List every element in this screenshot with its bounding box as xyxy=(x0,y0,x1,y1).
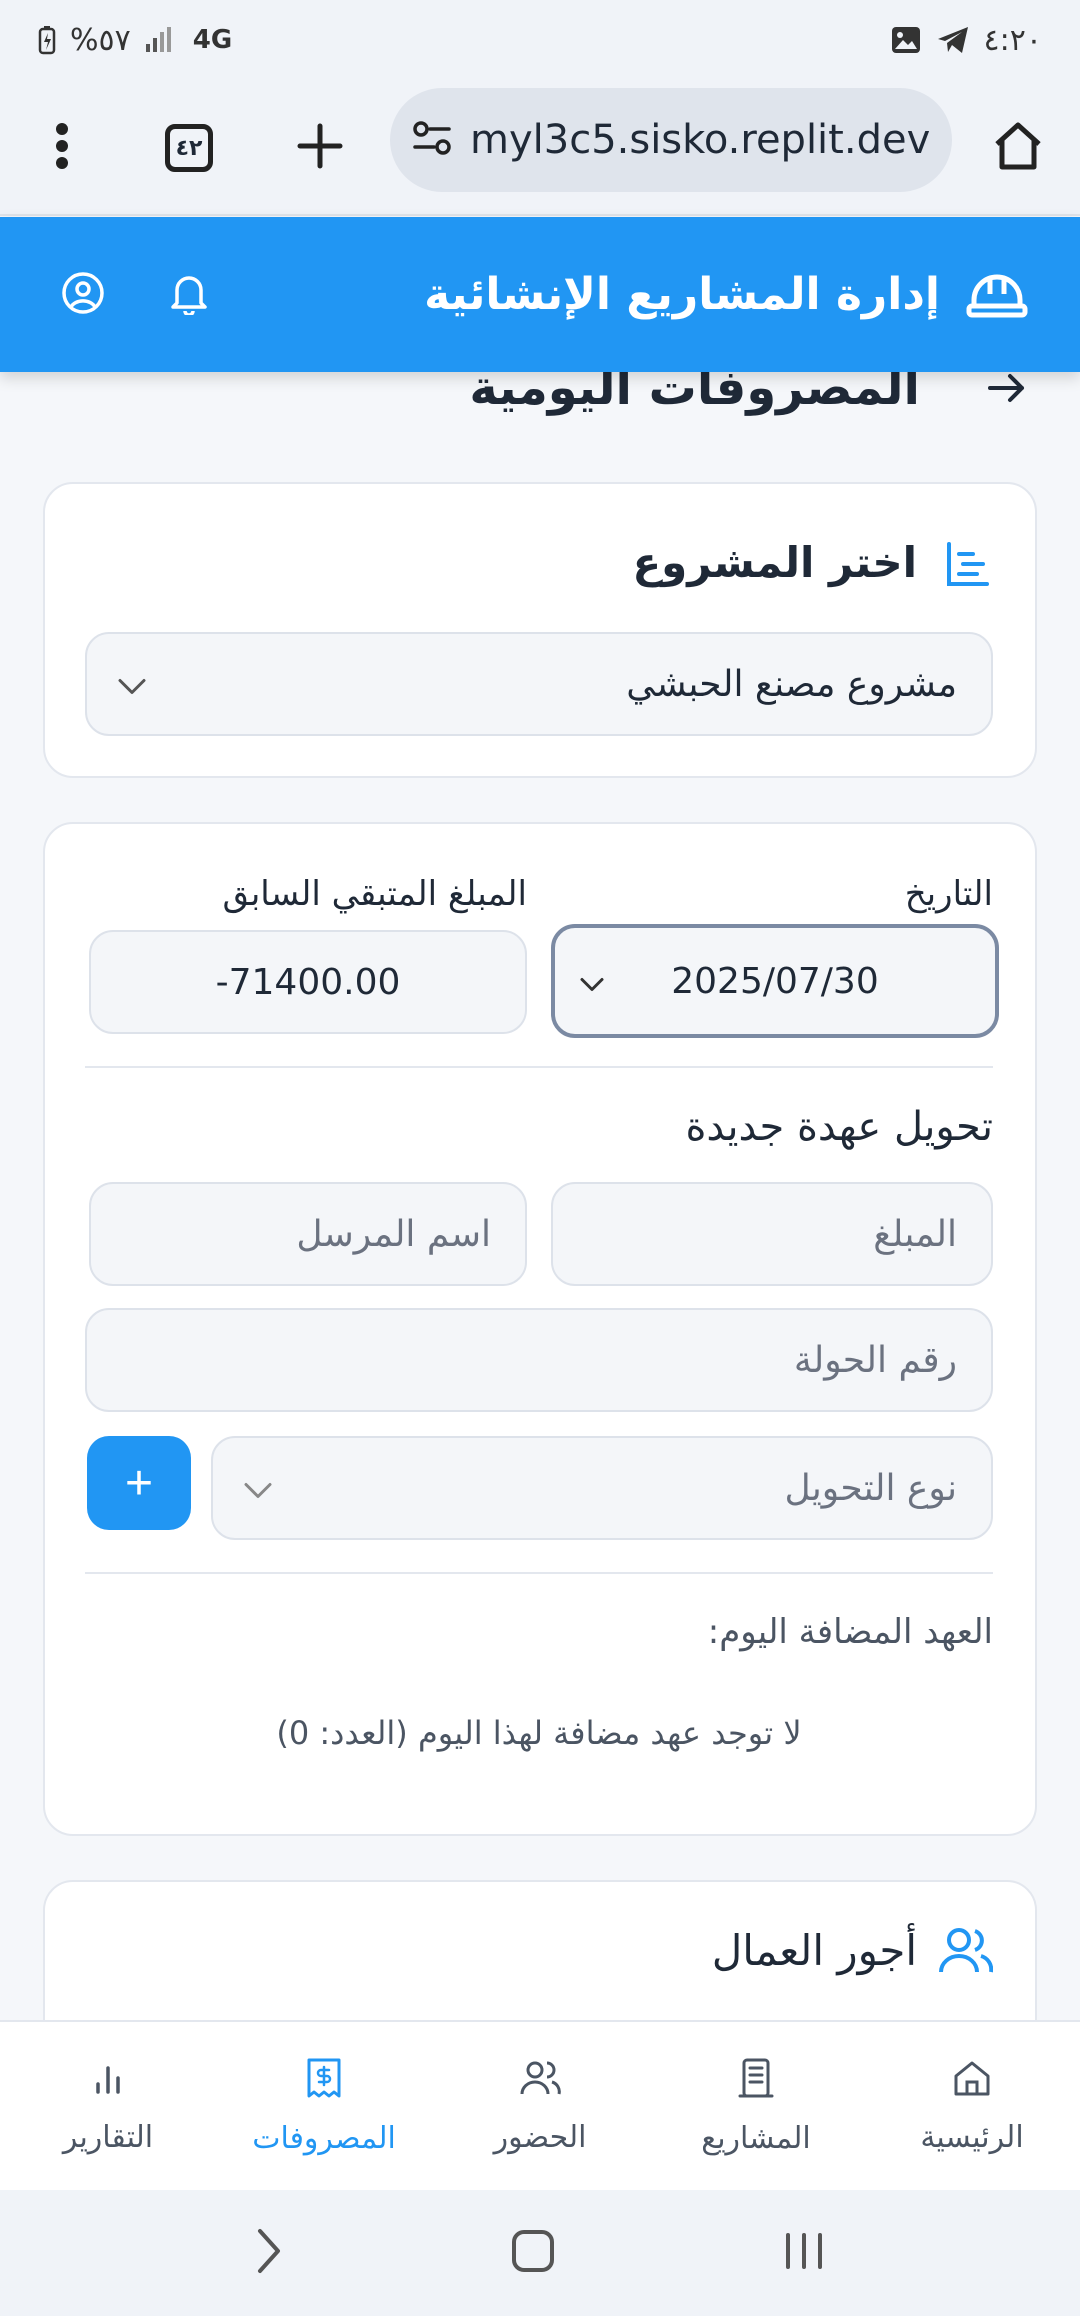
home-outline-icon xyxy=(992,120,1044,176)
site-settings-icon[interactable] xyxy=(412,120,452,160)
transfer-number-input[interactable]: رقم الحولة xyxy=(85,1308,993,1412)
empty-transfers-message: لا توجد عهد مضافة لهذا اليوم (العدد: 0) xyxy=(276,1714,802,1752)
system-navigation xyxy=(0,2190,1080,2316)
telegram-icon xyxy=(936,25,970,55)
divider xyxy=(85,1066,993,1068)
system-recents-button[interactable] xyxy=(782,2231,826,2275)
nav-item-expenses[interactable]: المصروفات xyxy=(216,2022,432,2190)
nav-item-reports[interactable]: التقارير xyxy=(0,2022,216,2190)
clock: ٤:٢٠ xyxy=(983,22,1042,58)
chevron-down-icon xyxy=(579,961,605,1002)
nav-label: التقارير xyxy=(62,2119,154,2155)
bottom-navigation: الرئيسية المشاريع الحضور المصروفات التقا… xyxy=(0,2020,1080,2190)
receipt-icon xyxy=(307,2058,341,2097)
signal-icon xyxy=(145,26,179,54)
profile-button[interactable] xyxy=(38,217,128,372)
url-text[interactable]: myl3c5.sisko.replit.dev xyxy=(470,117,930,163)
expense-card: التاريخ المبلغ المتبقي السابق 2025/07/30… xyxy=(43,822,1037,1836)
nav-item-projects[interactable]: المشاريع xyxy=(648,2022,864,2190)
gallery-icon xyxy=(890,25,922,55)
building-icon xyxy=(738,2058,774,2097)
hard-hat-icon xyxy=(952,217,1042,372)
users-icon xyxy=(939,1926,994,1980)
status-bar: %٥٧ 4G ٤:٢٠ xyxy=(0,0,1080,80)
tab-count: ٤٢ xyxy=(165,124,213,172)
square-outline-icon xyxy=(511,2230,554,2272)
status-left: %٥٧ 4G xyxy=(38,23,232,58)
transfer-type-select[interactable]: نوع التحويل xyxy=(211,1436,993,1540)
transfer-number-placeholder: رقم الحولة xyxy=(793,1339,957,1381)
prev-balance-value: -71400.00 xyxy=(215,961,401,1003)
project-select[interactable]: مشروع مصنع الحبشي xyxy=(85,632,993,736)
app-title: إدارة المشاريع الإنشائية xyxy=(424,269,940,320)
project-card-title: اختر المشروع xyxy=(632,538,917,587)
nav-label: الرئيسية xyxy=(920,2119,1024,2155)
chevron-down-icon xyxy=(243,1468,273,1509)
address-bar[interactable]: myl3c5.sisko.replit.dev xyxy=(390,88,952,192)
nav-label: الحضور xyxy=(493,2119,587,2155)
new-tab-button[interactable] xyxy=(270,80,370,216)
nav-label: المصروفات xyxy=(252,2120,396,2156)
notifications-button[interactable] xyxy=(144,217,234,372)
amount-input[interactable]: المبلغ xyxy=(551,1182,993,1286)
system-back-button[interactable] xyxy=(254,2227,284,2279)
prev-balance-label: المبلغ المتبقي السابق xyxy=(222,874,527,914)
project-select-card: اختر المشروع مشروع مصنع الحبشي xyxy=(43,482,1037,778)
user-circle-icon xyxy=(61,271,105,319)
prev-balance-field: -71400.00 xyxy=(89,930,527,1034)
sender-placeholder: اسم المرسل xyxy=(296,1213,491,1255)
nav-label: المشاريع xyxy=(701,2120,811,2156)
users-icon xyxy=(520,2061,561,2094)
nav-item-home[interactable]: الرئيسية xyxy=(864,2022,1080,2190)
date-picker[interactable]: 2025/07/30 xyxy=(551,924,999,1038)
home-icon xyxy=(954,2061,990,2095)
transfer-title: تحويل عهدة جديدة xyxy=(685,1104,993,1150)
more-vertical-icon xyxy=(55,122,69,174)
network-type: 4G xyxy=(192,25,233,55)
status-right: ٤:٢٠ xyxy=(890,23,1042,58)
date-value: 2025/07/30 xyxy=(671,960,879,1002)
back-button[interactable] xyxy=(984,366,1028,414)
arrow-right-icon xyxy=(988,374,1024,402)
battery-icon xyxy=(38,25,56,55)
chevron-down-icon xyxy=(117,664,147,705)
added-today-label: العهد المضافة اليوم: xyxy=(707,1612,993,1652)
browser-menu-button[interactable] xyxy=(12,80,112,216)
selected-project: مشروع مصنع الحبشي xyxy=(626,663,957,705)
plus-icon xyxy=(297,123,343,173)
transfer-type-placeholder: نوع التحويل xyxy=(784,1467,958,1509)
amount-placeholder: المبلغ xyxy=(873,1213,957,1255)
bar-chart-icon xyxy=(96,2065,120,2094)
nav-item-attendance[interactable]: الحضور xyxy=(432,2022,648,2190)
add-transfer-button[interactable]: + xyxy=(87,1436,191,1530)
home-button[interactable] xyxy=(968,80,1068,216)
sender-name-input[interactable]: اسم المرسل xyxy=(89,1182,527,1286)
divider xyxy=(85,1572,993,1574)
bell-icon xyxy=(169,271,209,319)
chevron-right-icon xyxy=(257,2229,280,2273)
app-header: إدارة المشاريع الإنشائية xyxy=(0,217,1080,372)
battery-level: %٥٧ xyxy=(70,22,131,58)
date-label: التاريخ xyxy=(904,874,993,914)
list-tree-icon xyxy=(943,540,991,592)
browser-toolbar: ٤٢ myl3c5.sisko.replit.dev xyxy=(0,80,1080,216)
tabs-button[interactable]: ٤٢ xyxy=(139,80,239,216)
system-home-button[interactable] xyxy=(511,2229,555,2277)
recents-icon xyxy=(786,2233,823,2269)
workers-card-title: أجور العمال xyxy=(711,1926,917,1975)
